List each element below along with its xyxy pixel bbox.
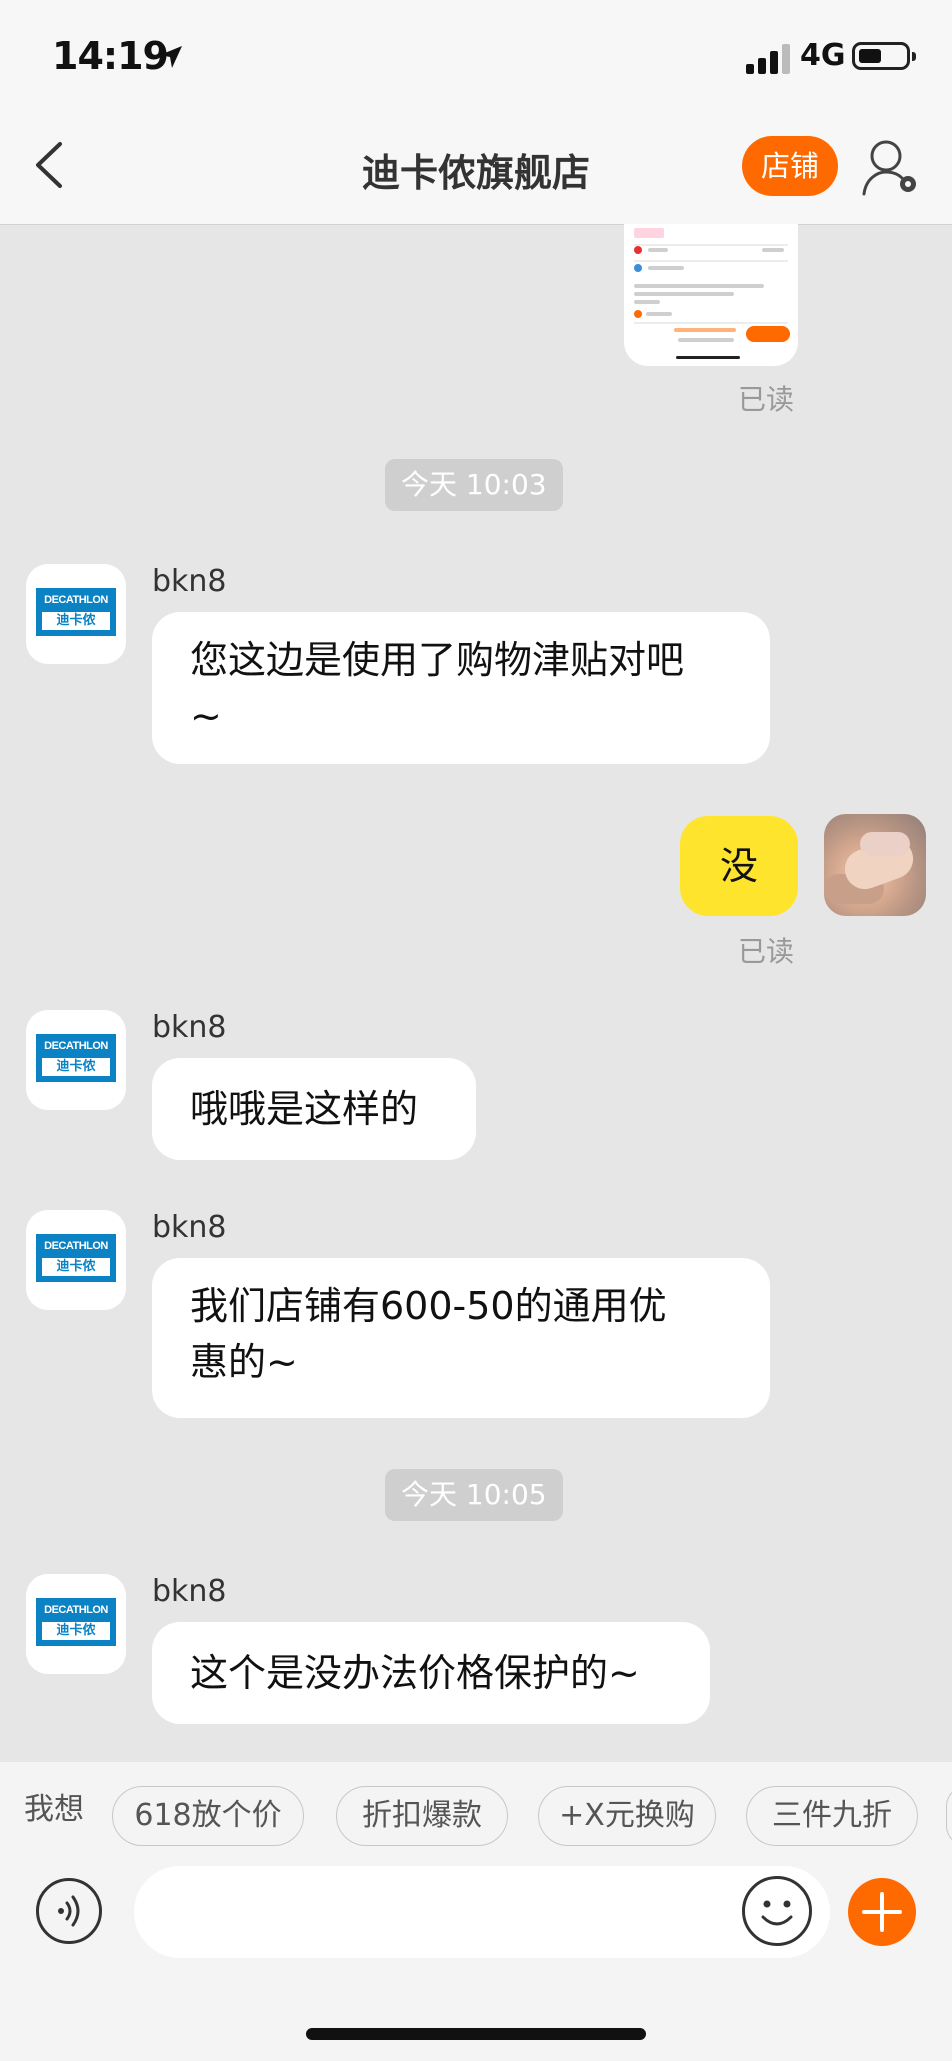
timestamp: 今天 10:05 [385, 1469, 563, 1521]
quick-reply-chip[interactable]: +X元换购 [538, 1786, 716, 1846]
network-type: 4G [800, 38, 846, 73]
quick-reply-chip[interactable]: 三件九折 [746, 1786, 918, 1846]
top-bar: 14:19 4G 迪卡侬旗舰店 店铺 [0, 0, 952, 225]
shared-order-screenshot[interactable] [624, 224, 798, 366]
message-bubble[interactable]: 我们店铺有600-50的通用优 惠的~ [152, 1258, 770, 1418]
avatar[interactable]: DECATHLON 迪卡侬 [26, 1574, 126, 1674]
read-receipt: 已读 [738, 935, 795, 968]
read-receipt: 已读 [738, 383, 795, 416]
sender-name: bkn8 [152, 1574, 227, 1609]
timestamp: 今天 10:03 [385, 459, 563, 511]
message-bubble[interactable]: 您这边是使用了购物津贴对吧 ~ [152, 612, 770, 764]
shop-button[interactable]: 店铺 [742, 136, 838, 196]
voice-input-icon[interactable] [36, 1878, 102, 1944]
quick-reply-chip[interactable]: 折扣爆款 [336, 1786, 508, 1846]
quick-reply-chip[interactable]: 618放个价 [112, 1786, 304, 1846]
plus-icon[interactable] [848, 1878, 916, 1946]
sender-name: bkn8 [152, 1210, 227, 1245]
battery-icon [852, 42, 916, 70]
decathlon-logo: DECATHLON 迪卡侬 [36, 1034, 116, 1082]
quick-reply-label: 我想 [24, 1792, 84, 1827]
message-input[interactable] [134, 1866, 830, 1958]
my-message-bubble[interactable]: 没 [680, 816, 798, 916]
decathlon-logo: DECATHLON 迪卡侬 [36, 1234, 116, 1282]
message-bubble[interactable]: 这个是没办法价格保护的~ [152, 1622, 710, 1724]
decathlon-logo: DECATHLON 迪卡侬 [36, 1598, 116, 1646]
sender-name: bkn8 [152, 1010, 227, 1045]
message-bubble[interactable]: 哦哦是这样的 [152, 1058, 476, 1160]
avatar[interactable]: DECATHLON 迪卡侬 [26, 564, 126, 664]
home-indicator [306, 2028, 646, 2040]
decathlon-logo: DECATHLON 迪卡侬 [36, 588, 116, 636]
sender-name: bkn8 [152, 564, 227, 599]
emoji-icon[interactable] [742, 1876, 812, 1946]
avatar[interactable]: DECATHLON 迪卡侬 [26, 1210, 126, 1310]
avatar[interactable]: DECATHLON 迪卡侬 [26, 1010, 126, 1110]
location-arrow-icon [160, 46, 182, 68]
status-time: 14:19 [52, 34, 169, 78]
signal-icon [746, 44, 790, 74]
my-avatar[interactable] [824, 814, 926, 916]
user-settings-icon[interactable] [862, 136, 920, 200]
